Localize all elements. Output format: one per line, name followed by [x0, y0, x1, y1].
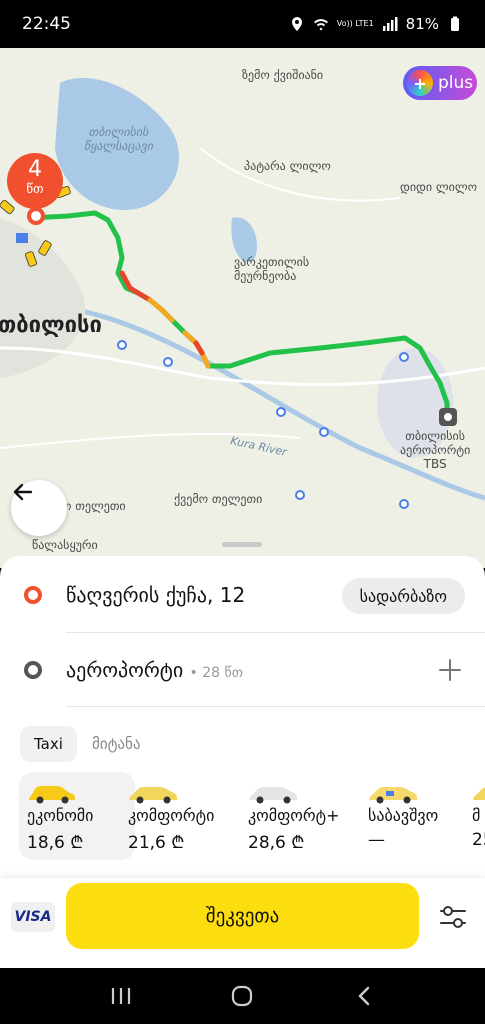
tariff-name: კომფორტ+	[248, 806, 340, 825]
sheet-grabber[interactable]	[222, 542, 262, 547]
pickup-eta-bubble: 4 წთ	[7, 153, 63, 209]
map-label-tsalaskuri: წალასყური	[32, 538, 98, 552]
battery-icon	[451, 16, 459, 31]
back-nav-icon[interactable]	[349, 981, 379, 1011]
tariff-price: 28,6 ₾	[248, 833, 305, 853]
pickup-address: წაღვერის ქუჩა, 12	[66, 583, 246, 607]
map-label-kvemo-teleti: ქვემო თელეთი	[174, 492, 263, 506]
system-nav-bar	[0, 968, 485, 1024]
pickup-marker	[27, 207, 45, 225]
pickup-dot-icon	[24, 586, 42, 604]
location-icon	[291, 17, 302, 31]
status-icons: Vo)) LTE1 81%	[289, 15, 463, 33]
plus-subscription-badge[interactable]: + plus	[403, 66, 477, 100]
map-view[interactable]: ზემო ქვიშიანი თბილისის წყალსაცავი პატარა…	[0, 48, 485, 568]
arrow-left-icon	[13, 483, 33, 501]
status-bar: 22:45 Vo)) LTE1 81%	[0, 0, 485, 48]
destination-eta: • 28 წთ	[189, 665, 243, 681]
tariff-price: 18,6 ₾	[27, 833, 84, 853]
map-canvas	[0, 48, 485, 568]
car-icon	[29, 786, 75, 804]
payment-method-button[interactable]: VISA	[11, 902, 55, 932]
tariff-price: 25	[472, 830, 485, 850]
car-icon	[249, 787, 297, 804]
back-button[interactable]	[11, 480, 67, 536]
battery-percent: 81%	[405, 15, 439, 33]
tariff-name: ეკონომი	[27, 806, 94, 825]
recent-apps-icon[interactable]	[106, 981, 136, 1011]
destination-name: აეროპორტი	[66, 658, 184, 682]
tariff-price: 21,6 ₾	[128, 833, 185, 853]
signal-icon	[382, 17, 398, 31]
tab-taxi[interactable]: Taxi	[20, 726, 77, 762]
status-time: 22:45	[22, 14, 71, 34]
map-label-airport: თბილისის აეროპორტი TBS	[400, 429, 471, 471]
home-icon[interactable]	[227, 981, 257, 1011]
divider	[66, 706, 485, 707]
order-action-bar: VISA შეკვეთა	[0, 878, 485, 968]
tariff-name: საბავშვო	[368, 806, 439, 825]
plus-icon: +	[407, 70, 433, 96]
eta-value: 4	[28, 157, 42, 182]
tariff-name: კომფორტი	[128, 806, 215, 825]
tab-delivery[interactable]: მიტანა	[78, 726, 155, 762]
tariff-economy[interactable]: ეკონომი 18,6 ₾	[19, 772, 135, 860]
map-label-zemo-kvishani: ზემო ქვიშიანი	[242, 68, 324, 82]
car-icon	[369, 787, 417, 804]
tariff-name: მ	[472, 806, 481, 825]
eta-unit: წთ	[26, 182, 44, 197]
destination-dot-icon	[24, 661, 42, 679]
tariff-more[interactable]: მ 25	[464, 772, 485, 860]
map-label-varketili: ვარკეთილის მეურნეობა	[234, 255, 310, 283]
destination-address: აეროპორტი • 28 წთ	[66, 658, 243, 682]
pickup-row[interactable]: წაღვერის ქუჩა, 12 სადარბაზო	[0, 558, 485, 632]
tariff-comfort-plus[interactable]: კომფორტ+ 28,6 ₾	[240, 772, 356, 860]
map-label-didi-lilo: დიდი ლილო	[400, 180, 478, 194]
car-icon	[473, 787, 485, 800]
map-label-patara-lilo: პატარა ლილო	[244, 159, 331, 173]
destination-marker	[442, 411, 454, 423]
tariff-price: —	[368, 830, 385, 850]
plus-label: plus	[438, 73, 474, 93]
car-icon	[129, 787, 177, 804]
map-label-city: თბილისი	[0, 313, 102, 338]
wifi-icon	[313, 19, 328, 31]
entrance-button[interactable]: სადარბაზო	[341, 578, 465, 614]
tariff-child[interactable]: საბავშვო —	[360, 772, 476, 860]
map-label-teleti: ო თელეთი	[62, 499, 126, 513]
network-indicator: Vo)) LTE1	[336, 19, 374, 28]
order-button[interactable]: შეკვეთა	[66, 883, 419, 949]
tariff-comfort[interactable]: კომფორტი 21,6 ₾	[120, 772, 236, 860]
sliders-icon[interactable]	[436, 900, 470, 934]
map-label-reservoir: თბილისის წყალსაცავი	[84, 125, 153, 153]
destination-row[interactable]: აეროპორტი • 28 წთ	[0, 633, 485, 707]
add-stop-plus-icon[interactable]	[437, 657, 463, 683]
